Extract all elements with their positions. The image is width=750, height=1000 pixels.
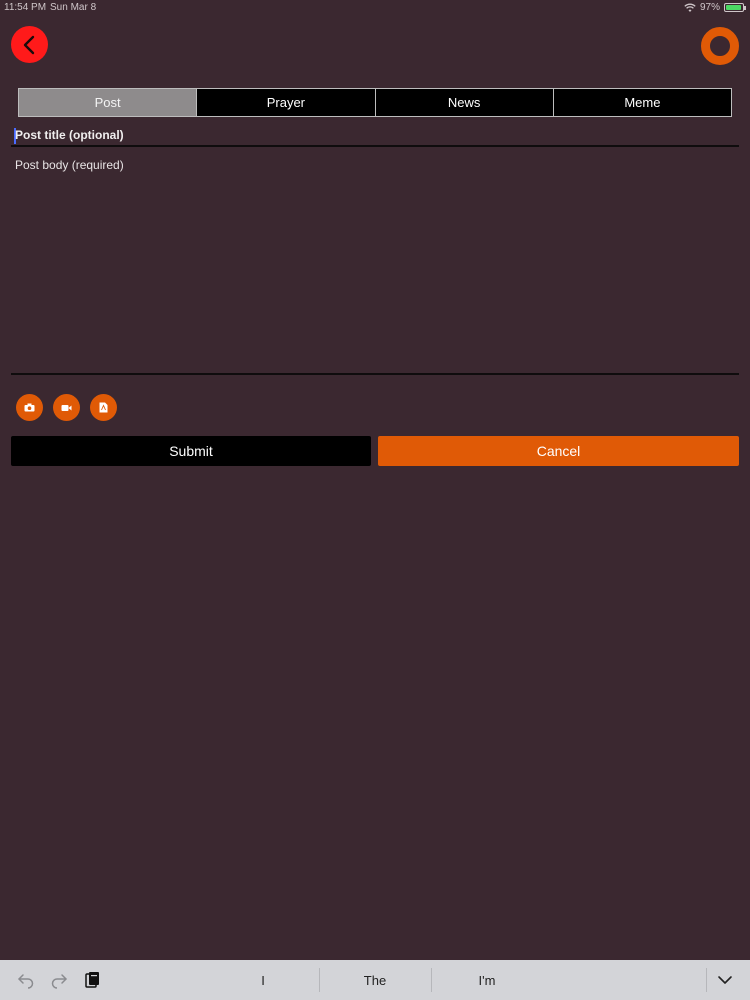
dismiss-keyboard-icon[interactable] [716,971,734,989]
status-time: 11:54 PM [4,2,47,13]
compose-post-screen: 11:54 PM Sun Mar 8 97% Post Prayer News … [0,0,750,1000]
suggestion-2[interactable]: The [320,960,430,1000]
battery-icon [724,3,746,12]
suggestion-3[interactable]: I'm [432,960,542,1000]
post-type-tabs: Post Prayer News Meme [18,88,732,117]
status-bar: 11:54 PM Sun Mar 8 97% [0,0,750,16]
attach-video-button[interactable] [53,394,80,421]
redo-icon[interactable] [50,971,68,989]
attachment-buttons [16,394,117,421]
undo-icon[interactable] [17,971,35,989]
status-indicators: 97% [684,2,746,13]
post-title-input[interactable]: Post title (optional) [11,124,739,147]
video-icon [61,404,72,411]
camera-icon [24,403,35,412]
post-body-input[interactable]: Post body (required) [11,150,739,375]
app-logo-icon[interactable] [701,27,739,65]
tab-post[interactable]: Post [19,89,197,116]
wifi-icon [684,3,696,12]
post-body-placeholder: Post body (required) [15,158,124,172]
submit-button[interactable]: Submit [11,436,371,466]
status-date: Sun Mar 8 [50,2,97,13]
post-title-placeholder: Post title (optional) [15,128,124,142]
battery-percent: 97% [699,2,720,13]
tab-prayer[interactable]: Prayer [196,89,374,116]
dismiss-divider [706,968,707,992]
tab-meme[interactable]: Meme [552,89,731,116]
attach-document-button[interactable] [90,394,117,421]
paste-icon[interactable] [83,971,101,989]
cancel-button[interactable]: Cancel [378,436,739,466]
keyboard-shortcut-bar: I The I'm [0,960,750,1000]
suggestion-1[interactable]: I [208,960,318,1000]
document-icon [99,402,108,413]
tab-news[interactable]: News [374,89,553,116]
back-button[interactable] [11,26,48,63]
attach-photo-button[interactable] [16,394,43,421]
chevron-left-icon [23,35,34,54]
